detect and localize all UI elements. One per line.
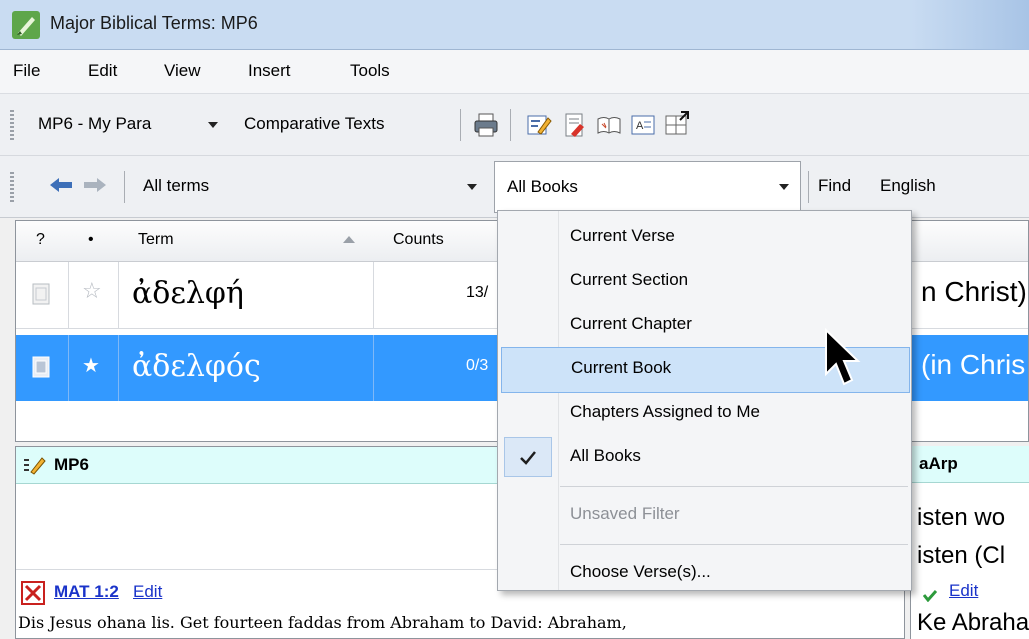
- window-title: Major Biblical Terms: MP6: [50, 13, 258, 33]
- column-header-term[interactable]: Term: [118, 221, 374, 262]
- menu-bar: File Edit View Insert Tools: [0, 50, 1029, 94]
- verse-reference-link[interactable]: MAT 1:2: [54, 582, 119, 602]
- edit-link[interactable]: Edit: [949, 581, 978, 601]
- toolbar-project: MP6 - My Para Comparative Texts A: [0, 94, 1029, 156]
- menu-item-label: Current Section: [570, 270, 689, 289]
- menu-insert[interactable]: Insert: [248, 61, 291, 81]
- title-bar: Major Biblical Terms: MP6: [0, 0, 1029, 50]
- menu-tools[interactable]: Tools: [350, 61, 390, 81]
- menu-separator: [560, 486, 908, 487]
- menu-item-unsaved-filter: Unsaved Filter: [498, 493, 911, 537]
- menu-separator: [560, 544, 908, 545]
- text-box-icon[interactable]: A: [630, 112, 656, 138]
- menu-item-label: Current Book: [571, 358, 672, 377]
- toolbar-grip[interactable]: [10, 110, 14, 140]
- edit-list-icon: [24, 457, 46, 475]
- menu-item-all-books[interactable]: All Books: [498, 435, 911, 479]
- close-icon[interactable]: [21, 581, 45, 605]
- count-cell: 13/: [466, 284, 489, 301]
- svg-text:A: A: [636, 120, 644, 132]
- header-term-label: Term: [138, 231, 174, 248]
- rendering-line: isten (Cl: [917, 542, 1006, 569]
- sort-ascending-icon: [343, 236, 355, 243]
- header-star-label: •: [88, 231, 94, 248]
- gloss-cell: n Christ): [921, 276, 1027, 307]
- menu-item-current-verse[interactable]: Current Verse: [498, 215, 911, 259]
- menu-item-label: Unsaved Filter: [570, 504, 680, 523]
- find-label: Find: [818, 176, 852, 195]
- menu-item-label: Current Chapter: [570, 314, 692, 333]
- find-language[interactable]: English: [880, 176, 936, 196]
- checklist-icon[interactable]: [562, 112, 588, 138]
- mouse-cursor-icon: [825, 328, 861, 386]
- forward-arrow-icon: [84, 178, 106, 192]
- rendering-line: isten wo: [917, 504, 1006, 531]
- count-cell: 0/3: [466, 357, 489, 374]
- terms-filter[interactable]: All terms: [143, 176, 209, 196]
- edit-link[interactable]: Edit: [133, 582, 162, 602]
- comparative-pane: aArp isten wo isten (Cl Edit Ke Abraha: [910, 446, 1029, 639]
- menu-view[interactable]: View: [164, 61, 201, 81]
- checkmark-icon: [520, 451, 536, 465]
- checkmark-box: [504, 437, 552, 477]
- toolbar-filters: All terms All Books Find English: [0, 156, 1029, 218]
- books-filter-value: All Books: [507, 177, 578, 196]
- toolbar-separator: [124, 171, 125, 203]
- books-filter-arrow[interactable]: [779, 184, 789, 190]
- project-selector[interactable]: MP6 - My Para: [38, 114, 151, 134]
- check-icon: [923, 590, 937, 602]
- verse-text: Ke Abraha: [917, 609, 1029, 636]
- toolbar-separator: [510, 109, 511, 141]
- books-filter[interactable]: All Books: [494, 161, 801, 213]
- books-filter-menu: Current Verse Current Section Current Ch…: [497, 210, 912, 591]
- open-book-icon[interactable]: [596, 112, 622, 138]
- terms-filter-arrow[interactable]: [467, 184, 477, 190]
- toolbar-separator: [808, 171, 809, 203]
- menu-item-choose-verses[interactable]: Choose Verse(s)...: [498, 551, 911, 595]
- project-dropdown-arrow[interactable]: [208, 122, 218, 128]
- toolbar-separator: [460, 109, 461, 141]
- menu-file[interactable]: File: [13, 61, 40, 81]
- document-status-icon: [32, 356, 50, 378]
- column-header-status[interactable]: ?: [16, 221, 69, 262]
- comparative-texts-button[interactable]: Comparative Texts: [244, 114, 384, 134]
- menu-item-label: All Books: [570, 446, 641, 465]
- print-icon[interactable]: [473, 112, 499, 138]
- header-counts-label: Counts: [393, 231, 444, 248]
- pane-header: aArp: [911, 446, 1029, 483]
- menu-item-label: Chapters Assigned to Me: [570, 402, 760, 421]
- title-bar-glass: [909, 0, 1029, 50]
- term-cell: ἀδελφός: [132, 349, 261, 384]
- app-logo-icon: [12, 11, 40, 39]
- document-status-icon: [32, 283, 50, 305]
- menu-item-current-section[interactable]: Current Section: [498, 259, 911, 303]
- pane-title: MP6: [54, 455, 89, 474]
- layout-grid-icon[interactable]: [664, 110, 690, 136]
- edit-renderings-icon[interactable]: [526, 112, 552, 138]
- pane-title: aArp: [919, 454, 958, 473]
- star-toggle[interactable]: ☆: [82, 278, 102, 304]
- star-toggle[interactable]: ★: [82, 353, 100, 378]
- toolbar-grip[interactable]: [10, 172, 14, 202]
- header-status-label: ?: [36, 231, 45, 248]
- column-header-star[interactable]: •: [68, 221, 119, 262]
- back-arrow-icon[interactable]: [48, 176, 74, 194]
- menu-item-chapters-assigned[interactable]: Chapters Assigned to Me: [498, 391, 911, 435]
- verse-text: Dis Jesus ohana lis. Get fourteen faddas…: [18, 613, 627, 632]
- menu-item-label: Current Verse: [570, 226, 675, 245]
- term-cell: ἀδελφή: [132, 276, 244, 311]
- gloss-cell: (in Chris: [921, 349, 1026, 380]
- menu-item-label: Choose Verse(s)...: [570, 562, 711, 581]
- menu-edit[interactable]: Edit: [88, 61, 117, 81]
